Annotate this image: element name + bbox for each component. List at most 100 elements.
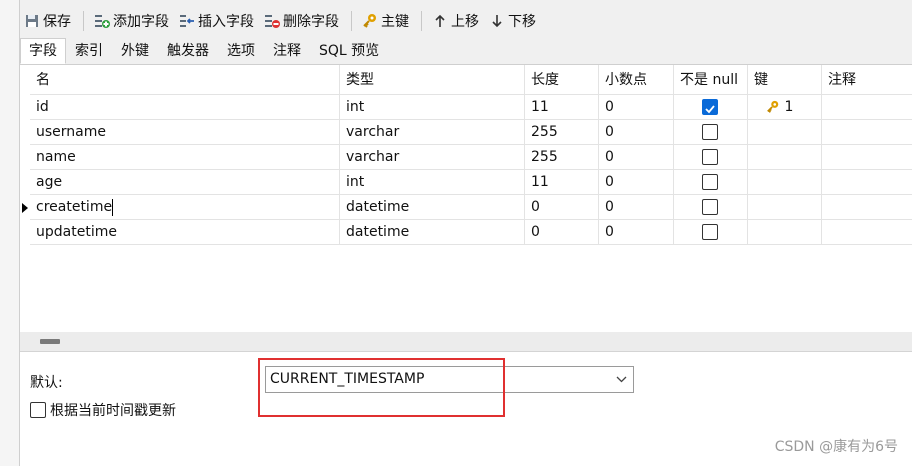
comment-cell[interactable] [822, 220, 912, 245]
field-name-cell[interactable]: username [30, 120, 340, 145]
insert-field-label: 插入字段 [198, 14, 254, 30]
text-cursor [112, 198, 114, 216]
tab-comment[interactable]: 注释 [264, 38, 310, 64]
tab-bar: 字段 索引 外键 触发器 选项 注释 SQL 预览 [20, 38, 388, 64]
field-decimals-cell[interactable]: 0 [599, 195, 674, 220]
table-row[interactable]: username varchar 255 0 [20, 120, 912, 145]
key-icon [362, 13, 378, 29]
save-button[interactable]: 保存 [20, 8, 75, 34]
fields-grid: 名 类型 长度 小数点 不是 null 键 注释 id int 11 0 1 u… [20, 64, 912, 332]
default-label: 默认: [30, 375, 63, 391]
left-panel-edge [0, 0, 20, 466]
tab-options[interactable]: 选项 [218, 38, 264, 64]
tab-sql-preview[interactable]: SQL 预览 [310, 38, 388, 64]
field-type-cell[interactable]: int [340, 95, 525, 120]
key-cell[interactable] [748, 195, 822, 220]
field-length-cell[interactable]: 11 [525, 95, 599, 120]
field-decimals-cell[interactable]: 0 [599, 170, 674, 195]
chevron-down-icon[interactable] [616, 367, 627, 401]
table-row[interactable]: age int 11 0 [20, 170, 912, 195]
on-update-option[interactable]: 根据当前时间戳更新 [30, 400, 176, 420]
key-cell[interactable] [748, 220, 822, 245]
delete-field-button[interactable]: 删除字段 [260, 8, 343, 34]
field-name-text: createtime [36, 199, 113, 215]
field-type-cell[interactable]: int [340, 170, 525, 195]
header-key[interactable]: 键 [748, 65, 822, 95]
comment-cell[interactable] [822, 170, 912, 195]
arrow-up-icon [432, 13, 448, 29]
field-length-cell[interactable]: 0 [525, 195, 599, 220]
key-cell[interactable] [748, 145, 822, 170]
insert-field-icon [179, 13, 195, 29]
toolbar: 保存 添加字段 插入字段 删除字段 主键 上移 下移 [20, 6, 542, 36]
key-cell[interactable] [748, 170, 822, 195]
comment-cell[interactable] [822, 145, 912, 170]
field-decimals-cell[interactable]: 0 [599, 145, 674, 170]
field-length-cell[interactable]: 11 [525, 170, 599, 195]
field-decimals-cell[interactable]: 0 [599, 220, 674, 245]
not-null-checkbox[interactable] [702, 149, 718, 165]
header-name[interactable]: 名 [30, 65, 340, 95]
field-decimals-cell[interactable]: 0 [599, 95, 674, 120]
insert-field-button[interactable]: 插入字段 [175, 8, 258, 34]
on-update-checkbox[interactable] [30, 402, 46, 418]
not-null-cell [674, 120, 748, 145]
not-null-checkbox[interactable] [702, 199, 718, 215]
field-type-cell[interactable]: varchar [340, 120, 525, 145]
add-field-label: 添加字段 [113, 14, 169, 30]
header-not-null[interactable]: 不是 null [674, 65, 748, 95]
tab-fields[interactable]: 字段 [20, 38, 66, 64]
key-cell[interactable]: 1 [748, 95, 822, 120]
field-name-cell[interactable]: createtime [30, 195, 340, 220]
table-row-selected[interactable]: createtime datetime 0 0 [20, 195, 912, 220]
not-null-checkbox[interactable] [702, 174, 718, 190]
comment-cell[interactable] [822, 95, 912, 120]
splitter-grip[interactable] [40, 339, 60, 344]
field-decimals-cell[interactable]: 0 [599, 120, 674, 145]
delete-field-label: 删除字段 [283, 14, 339, 30]
field-length-cell[interactable]: 255 [525, 120, 599, 145]
header-decimals[interactable]: 小数点 [599, 65, 674, 95]
key-cell[interactable] [748, 120, 822, 145]
header-type[interactable]: 类型 [340, 65, 525, 95]
field-length-cell[interactable]: 255 [525, 145, 599, 170]
header-length[interactable]: 长度 [525, 65, 599, 95]
grid-header: 名 类型 长度 小数点 不是 null 键 注释 [20, 65, 912, 95]
table-row[interactable]: name varchar 255 0 [20, 145, 912, 170]
not-null-checkbox[interactable] [702, 99, 718, 115]
field-type-cell[interactable]: datetime [340, 195, 525, 220]
tab-triggers[interactable]: 触发器 [158, 38, 218, 64]
header-comment[interactable]: 注释 [822, 65, 912, 95]
toolbar-separator [83, 11, 84, 31]
table-row[interactable]: id int 11 0 1 [20, 95, 912, 120]
field-type-cell[interactable]: varchar [340, 145, 525, 170]
move-up-button[interactable]: 上移 [428, 8, 483, 34]
table-row[interactable]: updatetime datetime 0 0 [20, 220, 912, 245]
field-name-cell[interactable]: id [30, 95, 340, 120]
move-up-label: 上移 [451, 14, 479, 30]
comment-cell[interactable] [822, 195, 912, 220]
not-null-cell [674, 220, 748, 245]
not-null-checkbox[interactable] [702, 224, 718, 240]
not-null-cell [674, 95, 748, 120]
pane-splitter[interactable] [20, 332, 912, 352]
field-type-cell[interactable]: datetime [340, 220, 525, 245]
not-null-checkbox[interactable] [702, 124, 718, 140]
primary-key-button[interactable]: 主键 [358, 8, 413, 34]
tab-foreign-keys[interactable]: 外键 [112, 38, 158, 64]
field-properties-pane: 默认: CURRENT_TIMESTAMP 根据当前时间戳更新 CSDN @康有… [20, 352, 912, 466]
comment-cell[interactable] [822, 120, 912, 145]
field-name-cell[interactable]: age [30, 170, 340, 195]
field-name-cell[interactable]: name [30, 145, 340, 170]
move-down-button[interactable]: 下移 [485, 8, 540, 34]
add-field-icon [94, 13, 110, 29]
table-designer-window: 保存 添加字段 插入字段 删除字段 主键 上移 下移 字段 索引 外键 触发器 … [0, 0, 912, 466]
toolbar-separator [351, 11, 352, 31]
tab-indexes[interactable]: 索引 [66, 38, 112, 64]
save-icon [24, 13, 40, 29]
field-name-cell[interactable]: updatetime [30, 220, 340, 245]
field-length-cell[interactable]: 0 [525, 220, 599, 245]
add-field-button[interactable]: 添加字段 [90, 8, 173, 34]
watermark: CSDN @康有为6号 [774, 439, 898, 455]
not-null-cell [674, 170, 748, 195]
